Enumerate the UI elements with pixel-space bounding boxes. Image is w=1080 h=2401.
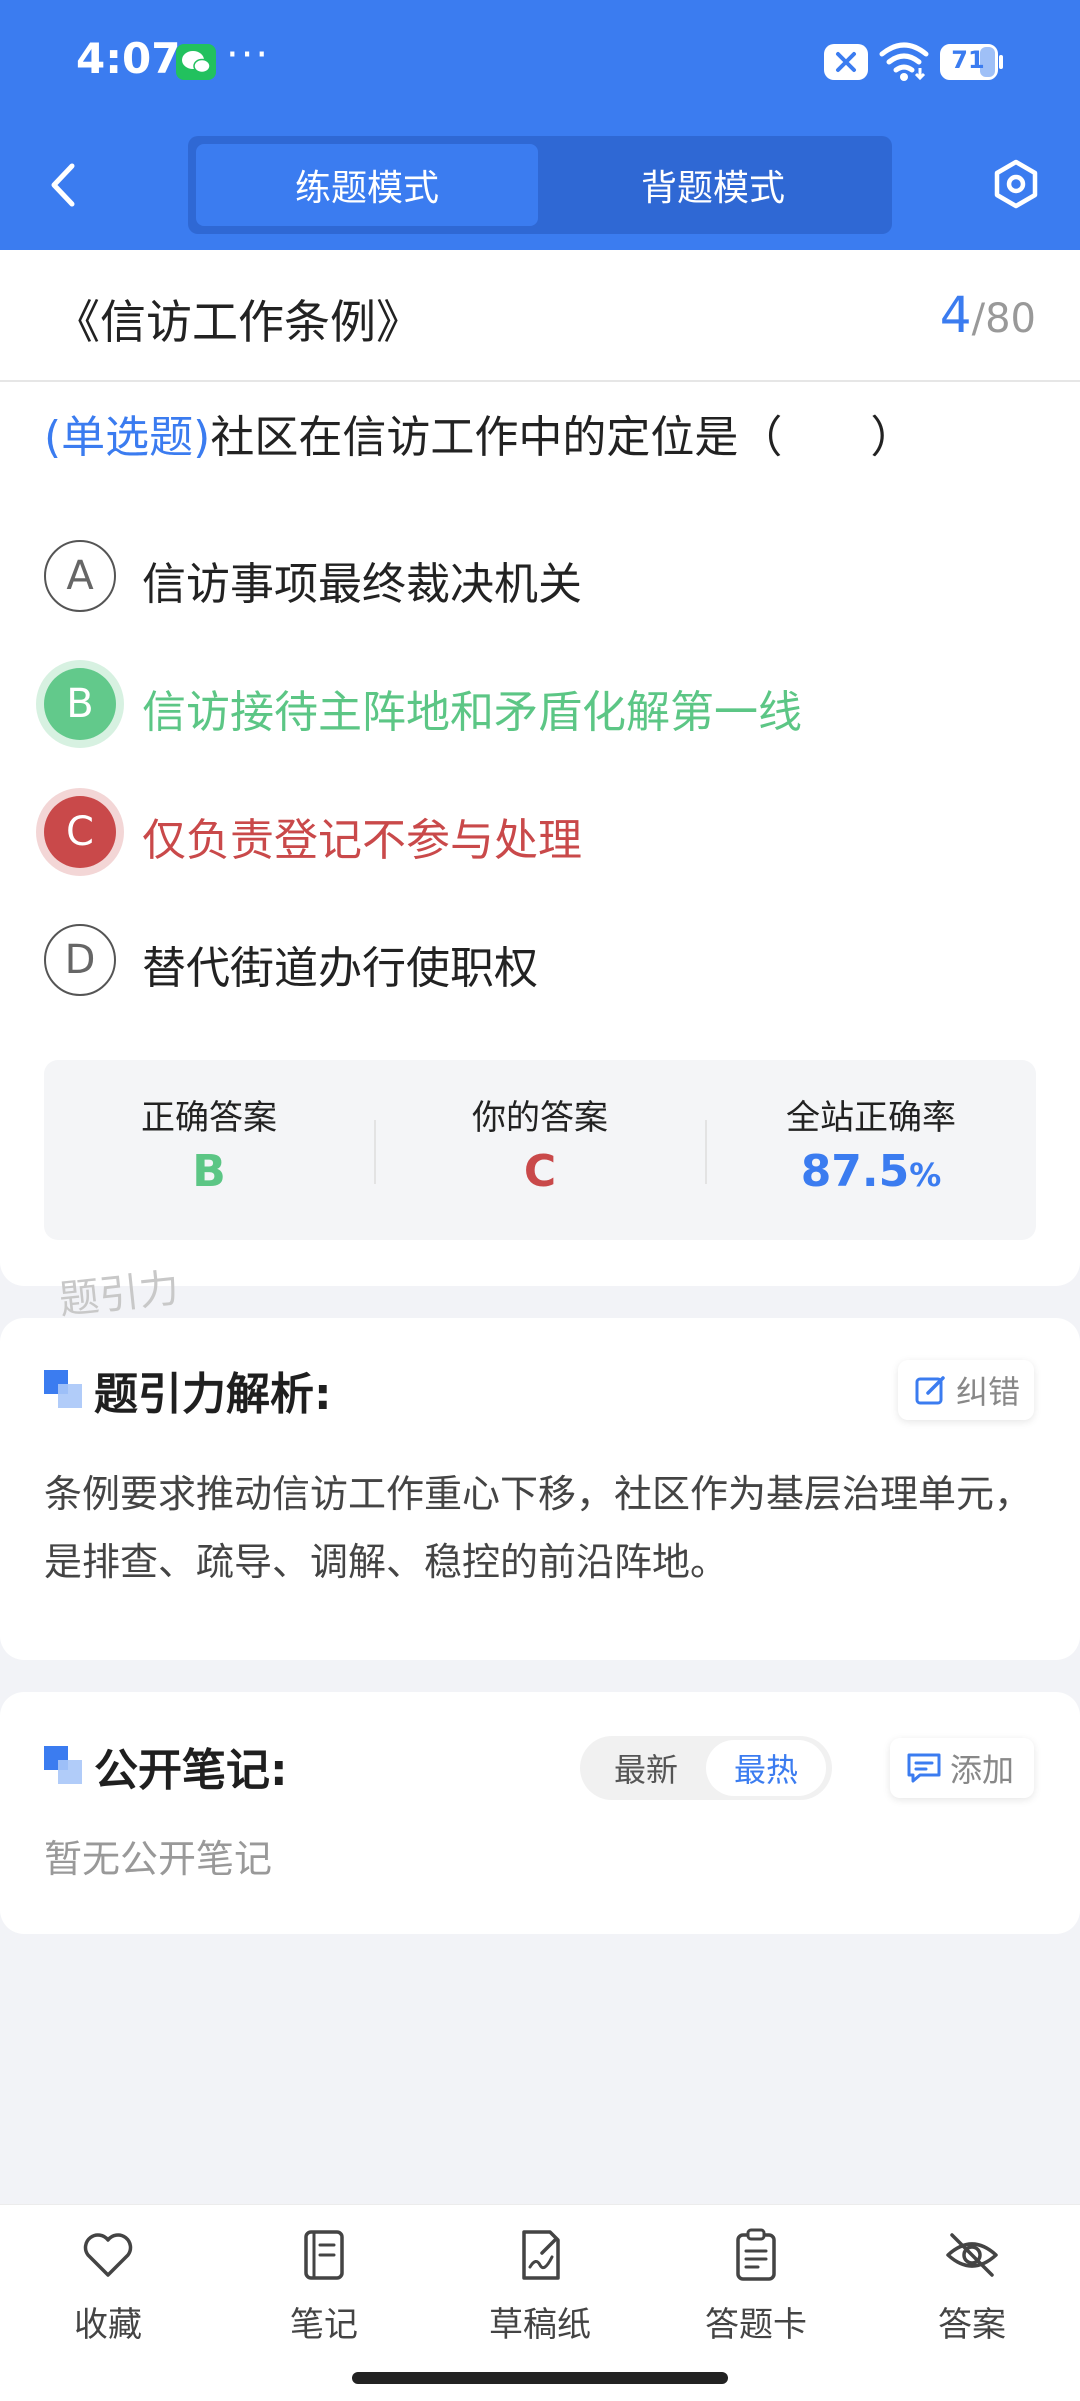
question-stem: (单选题)社区在信访工作中的定位是（ ）: [44, 408, 1044, 468]
comment-icon: [907, 1753, 941, 1783]
nav-label: 收藏: [74, 2305, 142, 2345]
option-letter: C: [44, 796, 116, 868]
analysis-title: 题引力解析:: [94, 1369, 332, 1420]
analysis-text: 条例要求推动信访工作重心下移，社区作为基层治理单元，是排查、疏导、调解、稳控的前…: [44, 1472, 1033, 1584]
draft-icon: [522, 2230, 560, 2280]
tab-memorize-mode[interactable]: 背题模式: [542, 144, 884, 226]
accuracy-column: 全站正确率 87.5%: [706, 1060, 1036, 1240]
your-answer-label: 你的答案: [472, 1098, 608, 1138]
nav-answer-sheet[interactable]: 答题卡: [686, 2227, 826, 2367]
option-letter: A: [44, 540, 116, 612]
nav-label: 答案: [938, 2305, 1006, 2345]
more-notifications-icon: ···: [226, 32, 271, 78]
nav-label: 笔记: [290, 2305, 358, 2345]
back-arrow-icon[interactable]: [44, 158, 84, 212]
your-answer-value: C: [523, 1146, 557, 1197]
option-a[interactable]: A 信访事项最终裁决机关: [44, 538, 1044, 618]
option-letter: D: [44, 924, 116, 996]
option-text: 信访接待主阵地和矛盾化解第一线: [142, 687, 802, 738]
wechat-icon: [176, 44, 216, 80]
section-squares-icon: [44, 1746, 82, 1784]
total-question-count: 80: [985, 296, 1036, 342]
nav-notes[interactable]: 笔记: [254, 2227, 394, 2367]
sort-latest[interactable]: 最新: [586, 1740, 706, 1796]
option-text: 替代街道办行使职权: [142, 943, 538, 994]
heart-icon: [83, 2233, 133, 2277]
option-letter: B: [44, 668, 116, 740]
battery-level: 71: [951, 46, 985, 74]
status-time: 4:07: [76, 34, 181, 83]
notebook-icon: [304, 2230, 344, 2280]
title-bar: 《信访工作条例》 4/80: [0, 250, 1080, 382]
tab-practice-mode[interactable]: 练题模式: [196, 144, 538, 226]
public-notes-card: 公开笔记: 最新 最热 添加 暂无公开笔记: [0, 1692, 1080, 1934]
watermark: 题引力: [57, 1265, 182, 1324]
question-type-label: (单选题): [44, 412, 211, 463]
home-indicator[interactable]: [352, 2372, 728, 2384]
sort-hottest[interactable]: 最热: [706, 1740, 826, 1796]
report-error-button[interactable]: 纠错: [898, 1360, 1034, 1420]
correct-answer-value: B: [192, 1146, 226, 1197]
edit-icon: [915, 1376, 945, 1405]
status-bar: 4:07 ··· 71: [0, 0, 1080, 120]
option-text: 仅负责登记不参与处理: [142, 815, 582, 866]
accuracy-unit: %: [909, 1156, 942, 1194]
accuracy-value: 87.5%: [706, 1146, 1036, 1197]
option-c[interactable]: C 仅负责登记不参与处理: [44, 794, 1044, 874]
nav-label: 答题卡: [705, 2305, 807, 2345]
notes-title: 公开笔记:: [94, 1745, 288, 1796]
progress-separator: /: [971, 296, 986, 342]
book-title: 《信访工作条例》: [54, 295, 422, 349]
app-header: 4:07 ··· 71 练题模式 背题模式: [0, 0, 1080, 250]
section-squares-icon: [44, 1370, 82, 1408]
option-text: 信访事项最终裁决机关: [142, 559, 582, 610]
accuracy-number: 87.5: [800, 1146, 910, 1197]
current-question-number: 4: [939, 286, 972, 344]
option-b[interactable]: B 信访接待主阵地和矛盾化解第一线: [44, 666, 1044, 746]
no-sim-icon: [824, 44, 868, 80]
add-note-button[interactable]: 添加: [890, 1738, 1034, 1798]
nav-label: 草稿纸: [489, 2305, 591, 2345]
notes-sort-toggle: 最新 最热: [580, 1736, 832, 1800]
question-text: 社区在信访工作中的定位是（ ）: [210, 412, 915, 463]
mode-switch: 练题模式 背题模式: [188, 136, 892, 234]
your-answer-column: 你的答案 C: [375, 1060, 705, 1240]
correct-answer-label: 正确答案: [141, 1098, 277, 1138]
question-progress: 4/80: [940, 286, 1036, 344]
empty-notes-text: 暂无公开笔记: [44, 1837, 273, 1881]
analysis-card: 题引力解析: 纠错 条例要求推动信访工作重心下移，社区作为基层治理单元，是排查、…: [0, 1318, 1080, 1660]
option-d[interactable]: D 替代街道办行使职权: [44, 922, 1044, 1002]
nav-favorite[interactable]: 收藏: [38, 2227, 178, 2367]
accuracy-label: 全站正确率: [786, 1098, 956, 1138]
eye-off-icon: [946, 2233, 998, 2277]
clipboard-icon: [736, 2228, 776, 2281]
settings-hexagon-icon[interactable]: [990, 158, 1042, 210]
report-error-label: 纠错: [956, 1373, 1021, 1411]
wifi-icon: [879, 42, 929, 81]
nav-toggle-answer[interactable]: 答案: [902, 2227, 1042, 2367]
correct-answer-column: 正确答案 B: [44, 1060, 374, 1240]
nav-draft[interactable]: 草稿纸: [470, 2227, 610, 2367]
answer-summary-panel: 正确答案 B 你的答案 C 全站正确率 87.5%: [44, 1060, 1036, 1240]
add-note-label: 添加: [950, 1751, 1015, 1789]
question-card: (单选题)社区在信访工作中的定位是（ ） A 信访事项最终裁决机关 B 信访接待…: [0, 382, 1080, 1286]
